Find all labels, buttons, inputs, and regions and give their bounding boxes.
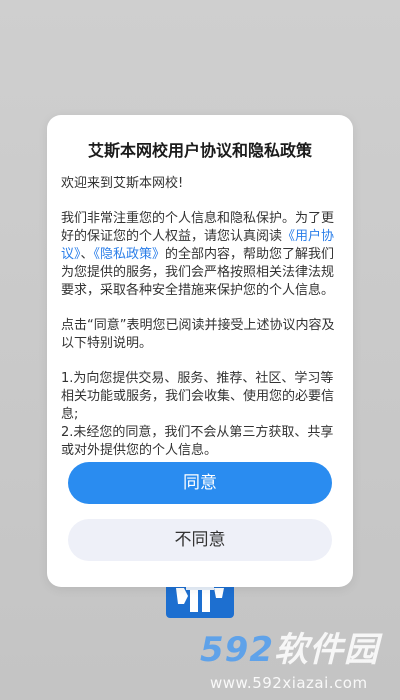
watermark-logo: 592软件园 bbox=[200, 628, 379, 672]
agreement-text-scroll[interactable]: 欢迎来到艾斯本网校! 我们非常注重您的个人信息和隐私保护。为了更好的保证您的个人… bbox=[61, 175, 339, 459]
welcome-text: 欢迎来到艾斯本网校! bbox=[61, 176, 184, 191]
agree-button[interactable]: 同意 bbox=[68, 462, 332, 504]
watermark-url: www.592xiazai.com bbox=[210, 674, 368, 692]
special-note-item-1: 1.为向您提供交易、服务、推荐、社区、学习等相关功能或服务，我们会收集、使用您的… bbox=[61, 370, 339, 459]
consent-paragraph: 点击“同意”表明您已阅读并接受上述协议内容及以下特别说明。 bbox=[61, 318, 335, 351]
watermark: 592软件园 www.592xiazai.com bbox=[200, 628, 400, 700]
link-separator: 、 bbox=[80, 247, 94, 262]
privacy-agreement-dialog: 艾斯本网校用户协议和隐私政策 欢迎来到艾斯本网校! 我们非常注重您的个人信息和隐… bbox=[47, 115, 353, 587]
special-note-item-1-text: 1.为向您提供交易、服务、推荐、社区、学习等相关功能或服务，我们会收集、使用您的… bbox=[61, 371, 335, 422]
watermark-logo-number: 592 bbox=[200, 630, 274, 670]
special-note-item-2-text: 2.未经您的同意，我们不会从第三方获取、共享或对外提供您的个人信息。 bbox=[61, 425, 334, 458]
privacy-paragraph: 我们非常注重您的个人信息和隐私保护。为了更好的保证您的个人权益，请您认真阅读《用… bbox=[61, 210, 339, 300]
dialog-title: 艾斯本网校用户协议和隐私政策 bbox=[87, 141, 312, 160]
watermark-logo-text: 软件园 bbox=[273, 630, 379, 670]
app-launcher-icon bbox=[166, 582, 234, 618]
disagree-button[interactable]: 不同意 bbox=[68, 519, 332, 561]
privacy-policy-link[interactable]: 《隐私政策》 bbox=[94, 247, 166, 262]
